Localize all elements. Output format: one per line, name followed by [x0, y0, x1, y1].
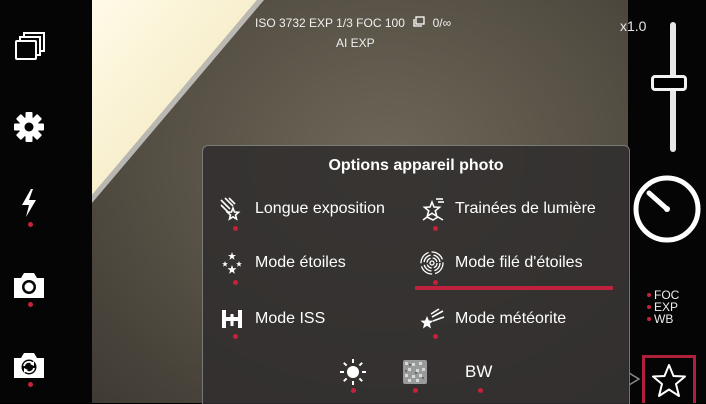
option-label: Mode étoiles	[255, 254, 346, 271]
sun-icon	[340, 359, 366, 385]
brightness-dot	[351, 388, 356, 393]
option-label: Mode filé d'étoiles	[455, 254, 583, 271]
gallery-icon	[15, 32, 45, 60]
flash-indicator-dot	[28, 222, 33, 227]
option-indicator-dot	[433, 226, 438, 231]
star-trail-icon	[422, 198, 444, 221]
wb-label: WB	[654, 312, 674, 326]
brightness-button[interactable]	[339, 358, 367, 391]
flash-button[interactable]	[10, 184, 48, 222]
foc-exp-wb-toggle[interactable]: FOC EXP WB	[647, 289, 679, 326]
camera-options-panel: Options appareil photo Longue exposition…	[202, 145, 630, 404]
option-indicator-dot	[233, 280, 238, 285]
option-label: Mode météorite	[455, 310, 567, 327]
exposure-readout: ISO 3732 EXP 1/3 FOC 100 0/∞	[255, 16, 451, 30]
option-indicator-dot	[233, 334, 238, 339]
option-indicator-dot	[433, 334, 438, 339]
stars-icon	[222, 252, 242, 274]
foc-dot	[647, 293, 651, 297]
camera-icon	[14, 273, 44, 298]
photo-mode-button[interactable]	[10, 266, 48, 304]
option-star-spiral[interactable]: Mode filé d'étoiles	[419, 250, 583, 276]
option-star-mode[interactable]: Mode étoiles	[219, 250, 346, 276]
comet-icon	[220, 197, 241, 221]
flash-icon	[22, 189, 36, 217]
left-toolbar	[0, 0, 92, 403]
option-meteor-mode[interactable]: Mode météorite	[419, 306, 566, 332]
option-indicator-dot	[433, 280, 438, 285]
burst-icon	[413, 16, 425, 27]
settings-button[interactable]	[10, 108, 48, 146]
gallery-button[interactable]	[10, 28, 48, 66]
exposure-values: ISO 3732 EXP 1/3 FOC 100	[255, 16, 405, 30]
option-light-trails[interactable]: Trainées de lumière	[419, 196, 596, 222]
ai-exposure-label: AI EXP	[336, 36, 375, 50]
option-label: Mode ISS	[255, 310, 326, 327]
bw-dot	[478, 388, 483, 393]
bw-button[interactable]: BW	[465, 362, 492, 382]
wb-dot	[647, 317, 651, 321]
noise-filter-button[interactable]	[403, 360, 427, 389]
noise-filter-dot	[413, 388, 418, 393]
star-modes-button[interactable]	[642, 355, 696, 403]
iss-icon	[222, 310, 242, 328]
meteor-icon	[420, 308, 445, 329]
selected-option-underline	[415, 286, 613, 290]
noise-texture-icon	[403, 360, 427, 384]
option-iss-mode[interactable]: Mode ISS	[219, 306, 325, 332]
timer-icon	[633, 175, 701, 243]
option-indicator-dot	[233, 226, 238, 231]
zoom-level: x1.0	[620, 18, 647, 34]
photo-mode-indicator-dot	[28, 302, 33, 307]
shot-counter: 0/∞	[432, 16, 452, 30]
shutter-timer-button[interactable]	[631, 173, 703, 250]
option-label: Trainées de lumière	[455, 200, 596, 217]
switch-camera-button[interactable]	[10, 346, 48, 384]
gear-icon	[14, 112, 44, 142]
panel-title: Options appareil photo	[328, 157, 504, 174]
star-icon	[652, 363, 686, 397]
switch-camera-indicator-dot	[28, 382, 33, 387]
zoom-slider-thumb[interactable]	[651, 75, 687, 91]
exp-dot	[647, 305, 651, 309]
switch-camera-icon	[14, 353, 44, 378]
option-label: Longue exposition	[255, 200, 385, 217]
option-long-exposure[interactable]: Longue exposition	[219, 196, 385, 222]
star-spiral-icon	[420, 251, 444, 275]
